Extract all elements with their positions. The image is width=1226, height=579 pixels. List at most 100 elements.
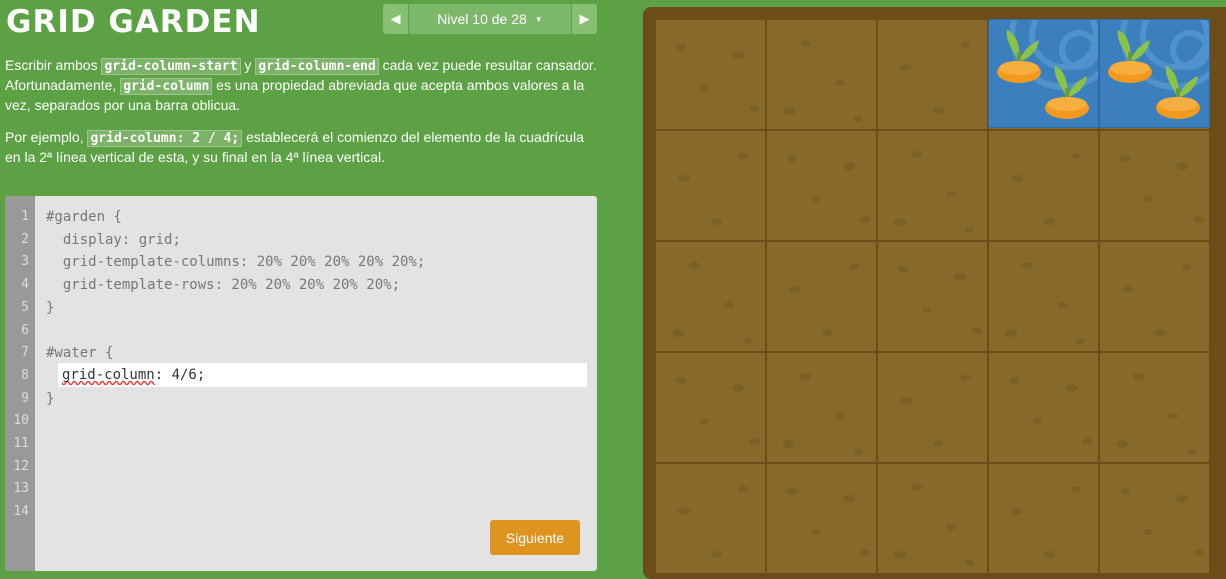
- pebble: [788, 285, 801, 293]
- pebble: [932, 107, 944, 115]
- level-dropdown[interactable]: Nivel 10 de 28 ▼: [409, 4, 571, 34]
- pebble: [970, 327, 982, 335]
- instruction-text: Por ejemplo,: [5, 129, 88, 145]
- pebble: [854, 115, 864, 122]
- game-title: GRID GARDEN: [6, 4, 261, 40]
- pebble: [748, 438, 760, 446]
- pebble: [1192, 549, 1204, 557]
- pebble: [675, 43, 686, 51]
- pebble: [699, 85, 709, 92]
- caret-down-icon: ▼: [534, 14, 543, 24]
- soil-cell: [877, 241, 988, 352]
- pebble: [899, 396, 912, 404]
- pebble: [737, 152, 748, 159]
- water-cell: [988, 19, 1099, 128]
- pebble: [959, 41, 970, 48]
- pebble: [1008, 376, 1019, 384]
- pebble: [810, 196, 820, 203]
- answer-property: grid-column: [62, 367, 155, 383]
- pebble: [1070, 152, 1081, 159]
- soil-cell: [1099, 352, 1210, 463]
- pebble: [1143, 529, 1153, 536]
- soil-cell: [766, 241, 877, 352]
- pebble: [783, 440, 796, 449]
- soil-cell: [766, 352, 877, 463]
- instruction-paragraph-2: Por ejemplo, grid-column: 2 / 4; estable…: [5, 128, 597, 167]
- previous-level-button[interactable]: ◀: [383, 4, 409, 34]
- pebble: [1021, 261, 1033, 269]
- code-line: #water {: [46, 345, 114, 362]
- pebble: [834, 79, 845, 86]
- soil-cell: [877, 352, 988, 463]
- pebble: [1076, 337, 1086, 344]
- line-number: 9: [21, 390, 29, 406]
- soil-cell: [1099, 241, 1210, 352]
- code-keyword: grid-column-end: [255, 58, 379, 75]
- soil-cell: [877, 463, 988, 574]
- code-keyword: grid-column: [120, 78, 213, 95]
- pebble: [848, 263, 859, 270]
- answer-text: grid-column: 4/6;: [62, 367, 205, 383]
- pebble: [748, 105, 760, 113]
- soil-cell: [877, 130, 988, 241]
- pebble: [910, 150, 922, 158]
- soil-cell: [988, 463, 1099, 574]
- code-keyword: grid-column-start: [101, 58, 241, 75]
- pebble: [894, 218, 907, 227]
- pebble: [737, 485, 748, 492]
- pebble: [1119, 487, 1130, 495]
- level-label: Nivel 10 de 28: [437, 11, 527, 27]
- pebble: [677, 174, 690, 182]
- pebble: [1167, 412, 1178, 419]
- soil-cell: [988, 241, 1099, 352]
- answer-input[interactable]: grid-column: 4/6;: [58, 363, 587, 387]
- pebble: [677, 507, 690, 515]
- next-button[interactable]: Siguiente: [490, 520, 580, 555]
- pebble: [1081, 438, 1093, 446]
- carrot-icon: [1043, 62, 1091, 127]
- line-number: 14: [13, 504, 29, 520]
- soil-cell: [655, 463, 766, 574]
- pebble: [710, 218, 722, 226]
- pebble: [965, 559, 975, 566]
- pebble: [1192, 216, 1204, 224]
- pebble: [1121, 285, 1134, 293]
- level-navigator: ◀ Nivel 10 de 28 ▼ ▶: [383, 4, 597, 34]
- code-line: }: [46, 390, 55, 407]
- pebble: [843, 161, 856, 170]
- water-area: [988, 19, 1210, 128]
- pebble: [954, 272, 967, 281]
- pebble: [783, 107, 796, 116]
- pebble: [959, 374, 970, 381]
- pebble: [945, 190, 956, 197]
- line-number: 3: [21, 254, 29, 270]
- instructions: Escribir ambos grid-column-start y grid-…: [5, 56, 597, 180]
- triangle-left-icon: ◀: [390, 11, 401, 26]
- water-cell: [1099, 19, 1210, 128]
- pebble: [672, 329, 685, 338]
- pebble: [1154, 329, 1166, 337]
- soil-cell: [655, 19, 766, 130]
- pebble: [854, 448, 864, 455]
- pebble: [1143, 196, 1153, 203]
- line-number: 8: [21, 367, 29, 383]
- pebble: [1132, 372, 1144, 380]
- pebble: [1065, 383, 1078, 392]
- next-level-button[interactable]: ▶: [571, 4, 597, 34]
- soil-cell: [766, 130, 877, 241]
- pebble: [732, 50, 745, 59]
- instruction-paragraph-1: Escribir ambos grid-column-start y grid-…: [5, 56, 597, 115]
- pebble: [932, 440, 944, 448]
- pebble: [1181, 263, 1192, 270]
- code-line: grid-template-columns: 20% 20% 20% 20% 2…: [46, 254, 426, 271]
- code-example: grid-column: 2 / 4;: [87, 130, 243, 147]
- line-number: 7: [21, 345, 29, 361]
- pebble: [859, 549, 871, 557]
- line-number: 2: [21, 231, 29, 247]
- pebble: [921, 307, 931, 314]
- pebble: [821, 329, 833, 337]
- line-number: 4: [21, 277, 29, 293]
- pebble: [1043, 551, 1055, 559]
- code-line: #garden {: [46, 209, 122, 225]
